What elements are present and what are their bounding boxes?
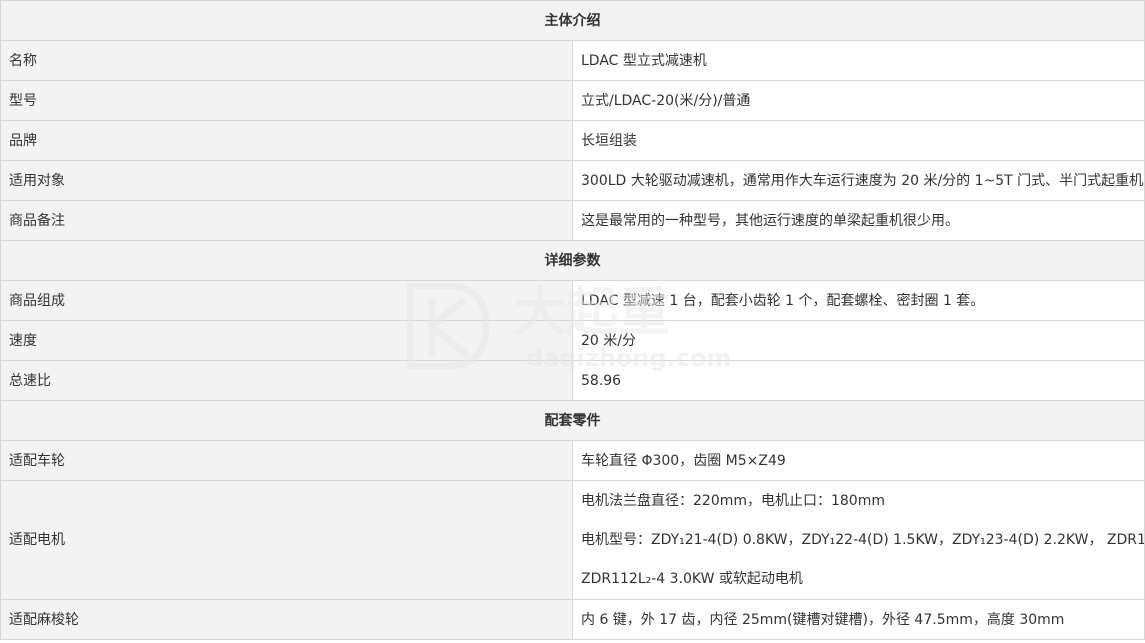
spec-row-motor: 适配电机 电机法兰盘直径：220mm，电机止口：180mm 电机型号：ZDY₁2… bbox=[0, 480, 1145, 600]
spec-row-wheel: 适配车轮 车轮直径 Φ300，齿圈 M5×Z49 bbox=[0, 440, 1145, 481]
spec-label: 名称 bbox=[0, 40, 573, 81]
spec-row-spline-wheel: 适配麻梭轮 内 6 键，外 17 齿，内径 25mm(键槽对键槽)，外径 47.… bbox=[0, 599, 1145, 640]
motor-models-line: 电机型号：ZDY₁21-4(D) 0.8KW，ZDY₁22-4(D) 1.5KW… bbox=[581, 531, 1144, 548]
section-title-details: 详细参数 bbox=[0, 240, 1145, 281]
spec-row-speed: 速度 20 米/分 bbox=[0, 320, 1145, 361]
section-header-row: 主体介绍 bbox=[0, 0, 1145, 41]
spec-value: 这是最常用的一种型号，其他运行速度的单梁起重机很少用。 bbox=[572, 200, 1145, 241]
spec-row-name: 名称 LDAC 型立式减速机 bbox=[0, 40, 1145, 81]
motor-flange-line: 电机法兰盘直径：220mm，电机止口：180mm bbox=[581, 492, 885, 509]
spec-label: 适配电机 bbox=[0, 480, 573, 600]
spec-value: 58.96 bbox=[572, 360, 1145, 401]
spec-value-motor: 电机法兰盘直径：220mm，电机止口：180mm 电机型号：ZDY₁21-4(D… bbox=[572, 480, 1145, 600]
spec-label: 适配车轮 bbox=[0, 440, 573, 481]
spec-row-composition: 商品组成 LDAC 型减速 1 台，配套小齿轮 1 个，配套螺栓、密封圈 1 套… bbox=[0, 280, 1145, 321]
section-title-parts: 配套零件 bbox=[0, 400, 1145, 441]
spec-row-applicable: 适用对象 300LD 大轮驱动减速机，通常用作大车运行速度为 20 米/分的 1… bbox=[0, 160, 1145, 201]
spec-label: 适用对象 bbox=[0, 160, 573, 201]
spec-label: 品牌 bbox=[0, 120, 573, 161]
product-spec-table: 主体介绍 名称 LDAC 型立式减速机 型号 立式/LDAC-20(米/分)/普… bbox=[0, 0, 1145, 640]
spec-label: 适配麻梭轮 bbox=[0, 599, 573, 640]
spec-row-remark: 商品备注 这是最常用的一种型号，其他运行速度的单梁起重机很少用。 bbox=[0, 200, 1145, 241]
spec-value: 长垣组装 bbox=[572, 120, 1145, 161]
spec-value: 车轮直径 Φ300，齿圈 M5×Z49 bbox=[572, 440, 1145, 481]
spec-value: 20 米/分 bbox=[572, 320, 1145, 361]
motor-models-line-2: ZDR112L₂-4 3.0KW 或软起动电机 bbox=[581, 570, 803, 587]
section-title-intro: 主体介绍 bbox=[0, 0, 1145, 41]
spec-value: 300LD 大轮驱动减速机，通常用作大车运行速度为 20 米/分的 1~5T 门… bbox=[572, 160, 1145, 201]
spec-label: 商品组成 bbox=[0, 280, 573, 321]
section-header-row: 详细参数 bbox=[0, 240, 1145, 281]
spec-label: 型号 bbox=[0, 80, 573, 121]
spec-label: 总速比 bbox=[0, 360, 573, 401]
spec-label: 速度 bbox=[0, 320, 573, 361]
spec-row-model: 型号 立式/LDAC-20(米/分)/普通 bbox=[0, 80, 1145, 121]
section-header-row: 配套零件 bbox=[0, 400, 1145, 441]
spec-value: LDAC 型立式减速机 bbox=[572, 40, 1145, 81]
spec-value: 立式/LDAC-20(米/分)/普通 bbox=[572, 80, 1145, 121]
spec-value: LDAC 型减速 1 台，配套小齿轮 1 个，配套螺栓、密封圈 1 套。 bbox=[572, 280, 1145, 321]
spec-label: 商品备注 bbox=[0, 200, 573, 241]
spec-value: 内 6 键，外 17 齿，内径 25mm(键槽对键槽)，外径 47.5mm，高度… bbox=[572, 599, 1145, 640]
spec-row-ratio: 总速比 58.96 bbox=[0, 360, 1145, 401]
spec-row-brand: 品牌 长垣组装 bbox=[0, 120, 1145, 161]
